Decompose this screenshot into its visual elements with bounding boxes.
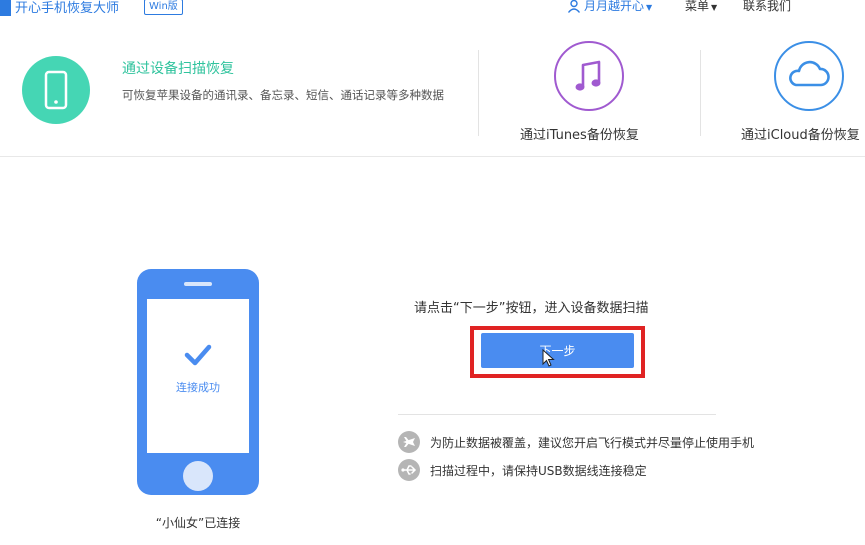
device-name: “小仙女”已连接 [155, 516, 241, 530]
mouse-cursor-icon [542, 349, 555, 367]
next-step-button[interactable]: 下一步 [481, 333, 634, 368]
music-note-icon [575, 60, 601, 91]
mode-icloud-backup-label[interactable]: 通过iCloud备份恢复 [741, 124, 860, 143]
phone-speaker [184, 282, 212, 286]
title-bar: 开心手机恢复大师 Win版 月月越开心 ▼ 菜单 ▼ 联系我们 [0, 0, 865, 18]
contact-us-link[interactable]: 联系我们 [743, 0, 791, 14]
connected-phone-illustration: 连接成功 [137, 269, 259, 495]
app-logo-icon [0, 0, 11, 16]
mode-itunes-backup-label[interactable]: 通过iTunes备份恢复 [520, 124, 639, 143]
usb-icon [398, 459, 420, 481]
menu-button[interactable]: 菜单 ▼ [685, 0, 717, 14]
mode-device-scan[interactable] [22, 56, 90, 124]
mode-icloud-backup[interactable] [774, 41, 844, 111]
section-divider [398, 414, 716, 415]
mode-divider [700, 50, 701, 136]
connection-status: 连接成功 [176, 381, 220, 394]
checkmark-icon [184, 344, 212, 366]
mode-device-scan-description: 可恢复苹果设备的通讯录、备忘录、短信、通话记录等多种数据 [122, 88, 444, 102]
cloud-icon [789, 60, 830, 87]
tip-usb-stable: 扫描过程中，请保持USB数据线连接稳定 [430, 464, 647, 478]
app-title: 开心手机恢复大师 [15, 1, 120, 16]
phone-screen: 连接成功 [147, 299, 249, 453]
chevron-down-icon: ▼ [646, 3, 653, 12]
phone-home-button [183, 461, 213, 491]
airplane-icon [398, 431, 420, 453]
chevron-down-icon: ▼ [711, 3, 718, 12]
edition-badge: Win版 [144, 0, 183, 15]
phone-icon [44, 70, 68, 110]
user-menu[interactable]: 月月越开心 ▼ [584, 0, 652, 14]
user-icon[interactable] [567, 0, 581, 13]
tip-airplane-mode: 为防止数据被覆盖，建议您开启飞行模式并尽量停止使用手机 [430, 436, 755, 450]
scan-prompt: 请点击“下一步”按钮，进入设备数据扫描 [414, 301, 649, 316]
user-name: 月月越开心 [584, 0, 645, 13]
menu-label: 菜单 [685, 0, 710, 13]
mode-device-scan-title[interactable]: 通过设备扫描恢复 [122, 58, 234, 78]
mode-itunes-backup[interactable] [554, 41, 624, 111]
mode-divider [478, 50, 479, 136]
